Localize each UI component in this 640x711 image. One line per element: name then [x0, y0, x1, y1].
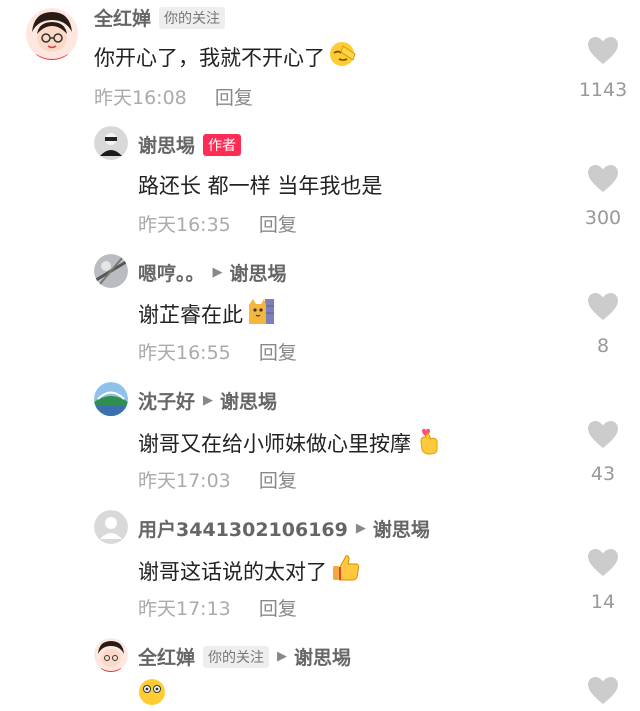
username[interactable]: 全红婵 [94, 4, 151, 31]
comment-meta: 昨天17:13 回复 [138, 594, 297, 621]
heart-icon [588, 293, 618, 320]
comment-text: 谢芷睿在此 [138, 297, 275, 330]
timestamp: 昨天16:55 [138, 342, 231, 364]
username[interactable]: 沈子好 [138, 387, 195, 414]
comment-text [138, 678, 166, 711]
default-user-icon [94, 510, 128, 544]
reply-arrow-icon: ▶ [277, 649, 288, 664]
avatar[interactable] [94, 126, 128, 160]
comment-text-content: 谢哥又在给小师妹做心里按摩 [138, 431, 411, 456]
comment-meta: 昨天16:35 回复 [138, 210, 297, 237]
reply-to-username[interactable]: 谢思埸 [373, 515, 430, 542]
author-tag: 作者 [203, 133, 242, 156]
comment-text-content: 谢哥这话说的太对了 [138, 559, 327, 584]
comment-header: 全红婵 你的关注 [94, 4, 226, 31]
reply-button[interactable]: 回复 [259, 214, 297, 236]
username[interactable]: 嗯哼。。 [138, 259, 205, 286]
shocked-face-emoji-icon [138, 678, 166, 711]
like-count: 14 [590, 591, 616, 613]
comment-header: 嗯哼。。 ▶ 谢思埸 [138, 259, 287, 286]
avatar-cartoon-girl-icon [94, 638, 128, 672]
like-button[interactable]: 8 [573, 292, 633, 357]
timestamp: 昨天16:35 [138, 214, 231, 236]
timestamp: 昨天17:13 [138, 598, 231, 620]
username[interactable]: 全红婵 [138, 643, 195, 670]
reply-arrow-icon: ▶ [355, 521, 366, 536]
reply-to-username[interactable]: 谢思埸 [294, 643, 351, 670]
like-count: 300 [584, 207, 622, 229]
comment-text: 谢哥这话说的太对了 [138, 553, 361, 588]
comment-text: 路还长 都一样 当年我也是 [138, 170, 382, 200]
comment-meta: 昨天16:55 回复 [138, 338, 297, 365]
like-button[interactable]: 14 [573, 548, 633, 613]
avatar[interactable] [94, 254, 128, 288]
username[interactable]: 谢思埸 [138, 131, 195, 158]
avatar-cartoon-girl-icon [26, 8, 78, 60]
reply-button[interactable]: 回复 [215, 87, 253, 109]
comment-header: 全红婵 你的关注 ▶ 谢思埸 [138, 643, 351, 670]
avatar-landscape-icon [94, 382, 128, 416]
comment-header: 谢思埸 作者 [138, 131, 242, 158]
timestamp: 昨天16:08 [94, 87, 187, 109]
reply-button[interactable]: 回复 [259, 342, 297, 364]
like-button[interactable] [573, 676, 633, 705]
like-button[interactable]: 1143 [573, 36, 633, 101]
comment-text: 谢哥又在给小师妹做心里按摩 [138, 425, 443, 460]
reply-to-username[interactable]: 谢思埸 [230, 259, 287, 286]
thumbs-up-emoji-icon [331, 553, 361, 588]
heart-icon [588, 677, 618, 704]
username[interactable]: 用户3441302106169 [138, 515, 348, 542]
timestamp: 昨天17:03 [138, 470, 231, 492]
comment-header: 沈子好 ▶ 谢思埸 [138, 387, 277, 414]
comment-header: 用户3441302106169 ▶ 谢思埸 [138, 515, 430, 542]
reply-to-username[interactable]: 谢思埸 [220, 387, 277, 414]
reply-arrow-icon: ▶ [212, 265, 223, 280]
avatar[interactable] [94, 638, 128, 672]
comment-meta: 昨天16:08 回复 [94, 83, 253, 110]
reply-button[interactable]: 回复 [259, 598, 297, 620]
like-count: 8 [596, 335, 610, 357]
reply-button[interactable]: 回复 [259, 470, 297, 492]
reply-arrow-icon: ▶ [203, 393, 214, 408]
heart-icon [588, 37, 618, 64]
like-button[interactable]: 300 [573, 164, 633, 229]
avatar[interactable] [94, 510, 128, 544]
like-count: 43 [590, 463, 616, 485]
avatar[interactable] [94, 382, 128, 416]
heart-icon [588, 549, 618, 576]
comment-text-content: 谢芷睿在此 [138, 302, 243, 327]
avatar[interactable] [26, 8, 78, 60]
like-count: 1143 [578, 79, 628, 101]
comment-text-content: 路还长 都一样 当年我也是 [138, 174, 383, 198]
cat-peek-emoji-icon [247, 297, 275, 330]
heart-icon [588, 421, 618, 448]
face-palm-emoji-icon [329, 40, 357, 73]
following-tag: 你的关注 [203, 645, 270, 668]
like-button[interactable]: 43 [573, 420, 633, 485]
comment-text-content: 你开心了，我就不开心了 [94, 45, 325, 70]
comment-meta: 昨天17:03 回复 [138, 466, 297, 493]
following-tag: 你的关注 [159, 6, 226, 29]
finger-heart-emoji-icon [415, 425, 443, 460]
avatar-photo-icon [94, 254, 128, 288]
comment-text: 你开心了，我就不开心了 [94, 40, 357, 73]
avatar-photo-icon [94, 126, 128, 160]
heart-icon [588, 165, 618, 192]
